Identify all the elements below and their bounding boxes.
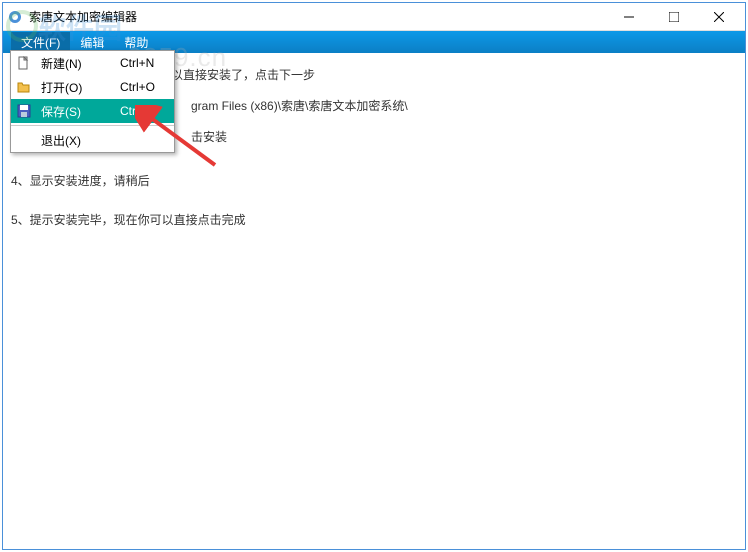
- new-file-icon: [11, 56, 37, 70]
- menu-label: 打开(O): [37, 79, 120, 96]
- close-button[interactable]: [696, 4, 741, 30]
- app-icon: [7, 9, 23, 25]
- window-title: 索唐文本加密编辑器: [29, 8, 606, 25]
- content-line: 4、显示安装进度，请稍后: [11, 173, 737, 190]
- close-icon: [714, 12, 724, 22]
- save-disk-icon: [11, 104, 37, 118]
- content-line: 以直接安装了，点击下一步: [171, 67, 737, 84]
- menu-item-open[interactable]: 打开(O) Ctrl+O: [11, 75, 174, 99]
- menu-shortcut: Ctrl+N: [120, 56, 174, 70]
- titlebar: 索唐文本加密编辑器: [3, 3, 745, 31]
- menu-item-save[interactable]: 保存(S) Ctrl+S: [11, 99, 174, 123]
- menu-shortcut: Ctrl+S: [120, 104, 174, 118]
- menu-label: 保存(S): [37, 103, 120, 120]
- content-line: 击安装: [191, 129, 737, 146]
- maximize-icon: [669, 12, 679, 22]
- content-line: gram Files (x86)\索唐\索唐文本加密系统\: [191, 98, 737, 115]
- window-controls: [606, 4, 741, 30]
- menu-label: 新建(N): [37, 55, 120, 72]
- menu-item-new[interactable]: 新建(N) Ctrl+N: [11, 51, 174, 75]
- menu-shortcut: Ctrl+O: [120, 80, 174, 94]
- open-folder-icon: [11, 81, 37, 93]
- menu-separator: [11, 125, 174, 126]
- menu-item-exit[interactable]: 退出(X): [11, 128, 174, 152]
- menu-label: 退出(X): [37, 132, 120, 149]
- minimize-button[interactable]: [606, 4, 651, 30]
- maximize-button[interactable]: [651, 4, 696, 30]
- file-menu-dropdown: 新建(N) Ctrl+N 打开(O) Ctrl+O 保存(S) Ctrl+S 退…: [10, 50, 175, 153]
- minimize-icon: [624, 12, 634, 22]
- content-line: 5、提示安装完毕，现在你可以直接点击完成: [11, 212, 737, 229]
